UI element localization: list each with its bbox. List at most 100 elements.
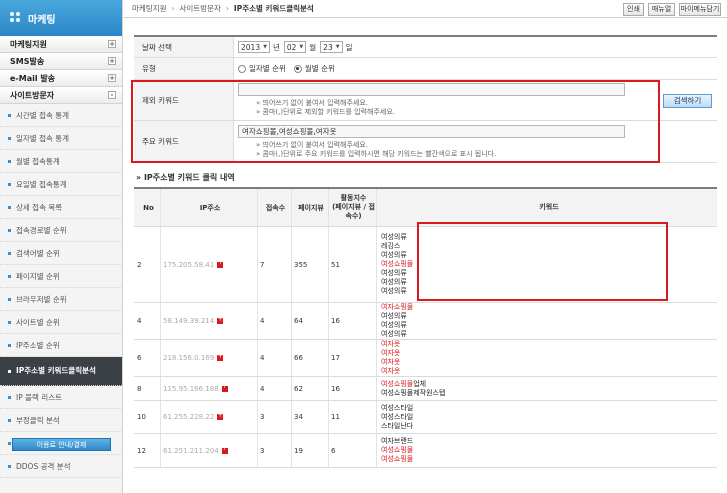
keyword-item: 여성스타일 xyxy=(381,412,414,421)
expand-toggle-icon[interactable]: - xyxy=(108,91,116,99)
sidebar-title: 마케팅 xyxy=(28,14,56,26)
cell-pageviews: 355 xyxy=(292,227,329,302)
breadcrumb-item[interactable]: 마케팅지원 xyxy=(132,3,167,14)
sidebar-item-label: 검색어별 순위 xyxy=(16,248,60,258)
ip-address-link[interactable]: 61.255.228.22 xyxy=(163,413,214,421)
sidebar-item[interactable]: 접속경로별 순위 xyxy=(0,219,122,242)
ip-address-link[interactable]: 58.149.39.214 xyxy=(163,317,214,325)
sidebar-category[interactable]: e-Mail 발송 + xyxy=(0,70,122,87)
radio-daily[interactable] xyxy=(238,64,246,73)
block-ip-icon[interactable] xyxy=(217,259,224,268)
bullet-icon xyxy=(8,113,11,117)
cell-no: 2 xyxy=(134,227,161,302)
sidebar-category[interactable]: 사이트방문자 - xyxy=(0,87,122,104)
date-selects: 2013 ▼ 년 02 ▼ 월 23 ▼ 일 xyxy=(234,37,717,57)
breadcrumb-item[interactable]: 사이트방문자 xyxy=(180,3,221,14)
sidebar-item-label: 일자별 접속 통계 xyxy=(16,133,70,143)
year-select[interactable]: 2013 ▼ xyxy=(238,41,270,53)
bullet-icon xyxy=(8,251,11,255)
cell-no: 8 xyxy=(134,377,161,400)
section-title: » IP주소별 키워드 클릭 내역 xyxy=(136,173,235,182)
sidebar-item[interactable]: IP 블랙 리스트 xyxy=(0,386,122,409)
sidebar-item[interactable]: IP주소별 순위 xyxy=(0,334,122,357)
cell-pageviews: 34 xyxy=(292,401,329,433)
cell-no: 10 xyxy=(134,401,161,433)
bullet-icon xyxy=(8,369,11,373)
add-my-menu-button[interactable]: 마이메뉴담기 xyxy=(679,3,721,16)
sidebar-category-label: 사이트방문자 xyxy=(10,90,55,100)
ip-address-link[interactable]: 218.156.0.169 xyxy=(163,354,214,362)
cell-visits: 7 xyxy=(258,227,292,302)
month-select[interactable]: 02 ▼ xyxy=(283,41,307,53)
ip-address-link[interactable]: 115.95.166.188 xyxy=(163,385,219,393)
search-button[interactable]: 검색하기 xyxy=(663,94,712,108)
sidebar-item[interactable]: 브라우저별 순위 xyxy=(0,288,122,311)
ip-address-link[interactable]: 175.205.58.41 xyxy=(163,261,214,269)
sidebar-item[interactable]: 요일별 접속통계 xyxy=(0,173,122,196)
date-label: 날짜 선택 xyxy=(134,37,234,57)
expand-toggle-icon[interactable]: + xyxy=(108,40,116,48)
bullet-icon xyxy=(8,320,11,324)
sidebar-item-label: DDOS 공격 분석 xyxy=(16,461,71,471)
month-unit: 월 xyxy=(309,42,317,52)
sidebar-item[interactable]: 페이지별 순위 xyxy=(0,265,122,288)
breadcrumb-current: IP주소별 키워드클릭분석 xyxy=(233,4,314,13)
bullet-icon xyxy=(8,182,11,186)
expand-toggle-icon[interactable]: + xyxy=(108,57,116,65)
table-row: 6218.156.0.16946617여자옷여자옷여자옷여자옷 xyxy=(134,340,717,377)
cell-no: 12 xyxy=(134,434,161,467)
block-ip-icon[interactable] xyxy=(221,445,228,454)
keyword-item: 여성의류 xyxy=(381,321,407,329)
manual-button[interactable]: 매뉴얼 xyxy=(648,3,675,16)
dropdown-arrow-icon: ▼ xyxy=(263,44,267,50)
sidebar-item[interactable]: 시간별 접속 통계 xyxy=(0,104,122,127)
cell-no: 6 xyxy=(134,340,161,376)
cell-visits: 3 xyxy=(258,434,292,467)
cell-keywords: 여자쇼핑몰 여성의류 여성의류 여성의류 xyxy=(377,303,717,339)
cell-visits: 3 xyxy=(258,401,292,433)
cell-visits: 4 xyxy=(258,303,292,339)
bullet-icon xyxy=(8,136,11,140)
header-keywords: 키워드 xyxy=(377,189,717,226)
keyword-item: 여성스타일 xyxy=(381,403,414,412)
day-select[interactable]: 23 ▼ xyxy=(320,41,343,53)
sidebar-item[interactable]: IP주소별 키워드클릭분석 xyxy=(0,357,122,386)
cell-keywords: 여성스타일 여성스타일 스타일난다 xyxy=(377,401,717,433)
dropdown-arrow-icon: ▼ xyxy=(335,44,340,50)
block-ip-icon[interactable] xyxy=(217,316,224,324)
keyword-item: 여성쇼핑몰 xyxy=(381,260,414,268)
sidebar-item[interactable]: 일자별 접속 통계 xyxy=(0,127,122,150)
sidebar-item-label: IP주소별 순위 xyxy=(16,340,60,350)
cell-visits: 4 xyxy=(258,377,292,400)
expand-toggle-icon[interactable]: + xyxy=(108,74,116,82)
radio-monthly[interactable] xyxy=(293,64,302,73)
radio-daily-label: 일자별 순위 xyxy=(249,64,286,73)
sidebar-category-label: e-Mail 발송 xyxy=(10,73,56,83)
block-ip-icon[interactable] xyxy=(217,412,224,420)
sidebar-item[interactable]: 월별 접속통계 xyxy=(0,150,122,173)
cell-keywords: 여성쇼핑몰업체 여성쇼핑몰제작원스텝 xyxy=(377,377,717,400)
sidebar-item[interactable]: 사이트별 순위 xyxy=(0,311,122,334)
sidebar-header: 마케팅 xyxy=(0,0,122,36)
print-button[interactable]: 인쇄 xyxy=(623,3,644,16)
keyword-item: 여성의류 xyxy=(381,269,407,277)
cell-activity: 51 xyxy=(329,227,377,302)
pricing-payment-button[interactable]: 이용료 안내/결제 xyxy=(12,438,111,451)
table-row: 458.149.39.21446416여자쇼핑몰여성의류여성의류여성의류 xyxy=(134,303,717,340)
cell-pageviews: 19 xyxy=(292,434,329,467)
type-label: 유형 xyxy=(134,58,234,79)
cell-pageviews: 64 xyxy=(292,303,329,339)
ip-address-link[interactable]: 61.251.211.204 xyxy=(163,447,219,455)
sidebar-item[interactable]: 부정클릭 분석 xyxy=(0,409,122,432)
sidebar-item[interactable]: 검색어별 순위 xyxy=(0,242,122,265)
sidebar-category[interactable]: 마케팅지원 + xyxy=(0,36,122,53)
cell-keywords: 여자브랜드 여성쇼핑몰 여성쇼핑몰 xyxy=(377,434,717,467)
block-ip-icon[interactable] xyxy=(217,353,224,361)
bullet-icon xyxy=(8,274,11,278)
sidebar-item[interactable]: DDOS 공격 분석 xyxy=(0,455,122,478)
sidebar-item-label: 요일별 접속통계 xyxy=(16,179,67,189)
block-ip-icon[interactable] xyxy=(221,383,228,392)
sidebar-item[interactable]: 상세 접속 목록 xyxy=(0,196,122,219)
sidebar-category[interactable]: SMS발송 + xyxy=(0,53,122,70)
sidebar-category-label: SMS발송 xyxy=(10,56,45,66)
